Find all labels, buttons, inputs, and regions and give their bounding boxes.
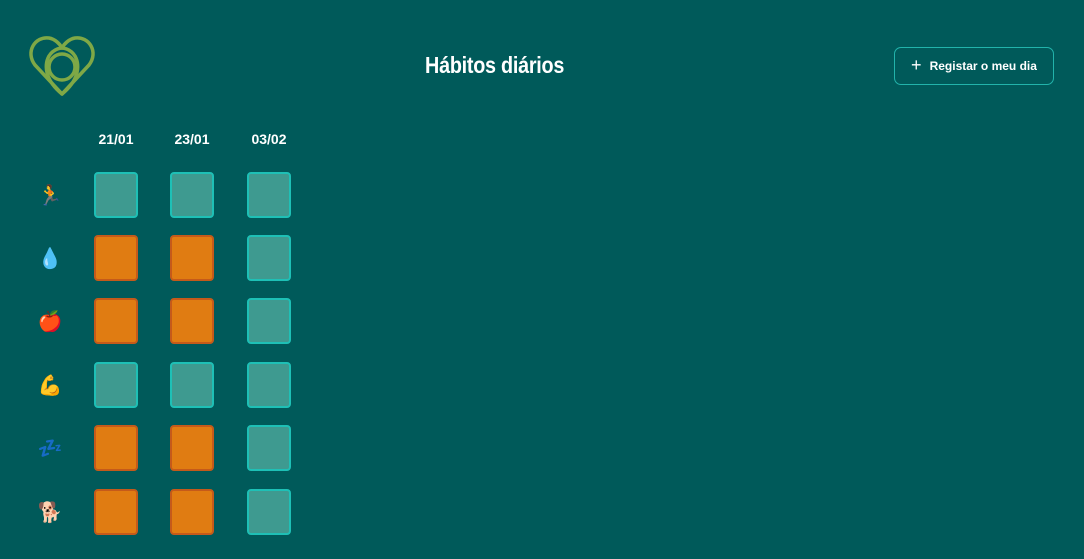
habit-cell-done[interactable] [170, 235, 214, 281]
sleep-zzz-icon: 💤 [37, 437, 63, 460]
apple-icon: 🍎 [37, 310, 63, 333]
habit-cell-empty[interactable] [247, 362, 291, 408]
habit-cell-done[interactable] [94, 425, 138, 471]
habit-cell-empty[interactable] [94, 172, 138, 218]
register-my-day-label: Registar o meu dia [929, 59, 1037, 73]
plus-icon: + [911, 55, 922, 75]
habit-cell-empty[interactable] [247, 425, 291, 471]
habit-cell-empty[interactable] [247, 172, 291, 218]
habit-cell-done[interactable] [170, 425, 214, 471]
register-my-day-button[interactable]: + Registar o meu dia [894, 47, 1054, 85]
habit-tracker-page: Hábitos diários + Registar o meu dia 21/… [0, 0, 1084, 559]
page-title-text: Hábitos diários [425, 52, 565, 78]
habit-cell-empty[interactable] [170, 172, 214, 218]
habit-cell-empty[interactable] [247, 298, 291, 344]
date-header: 21/01 [98, 131, 134, 147]
flexed-biceps-icon: 💪 [37, 374, 63, 397]
running-person-icon: 🏃 [37, 184, 63, 207]
habit-cell-done[interactable] [94, 298, 138, 344]
habit-cell-done[interactable] [94, 235, 138, 281]
water-drop-icon: 💧 [37, 247, 63, 270]
habit-cell-empty[interactable] [170, 362, 214, 408]
habit-cell-done[interactable] [170, 489, 214, 535]
date-header: 03/02 [251, 131, 287, 147]
habit-cell-done[interactable] [94, 489, 138, 535]
habit-cell-empty[interactable] [247, 235, 291, 281]
habit-cell-done[interactable] [170, 298, 214, 344]
page-title: Hábitos diários [69, 52, 1001, 79]
habit-cell-empty[interactable] [247, 489, 291, 535]
date-header: 23/01 [174, 131, 210, 147]
guide-dog-icon: 🐕 [37, 501, 63, 524]
habit-cell-empty[interactable] [94, 362, 138, 408]
